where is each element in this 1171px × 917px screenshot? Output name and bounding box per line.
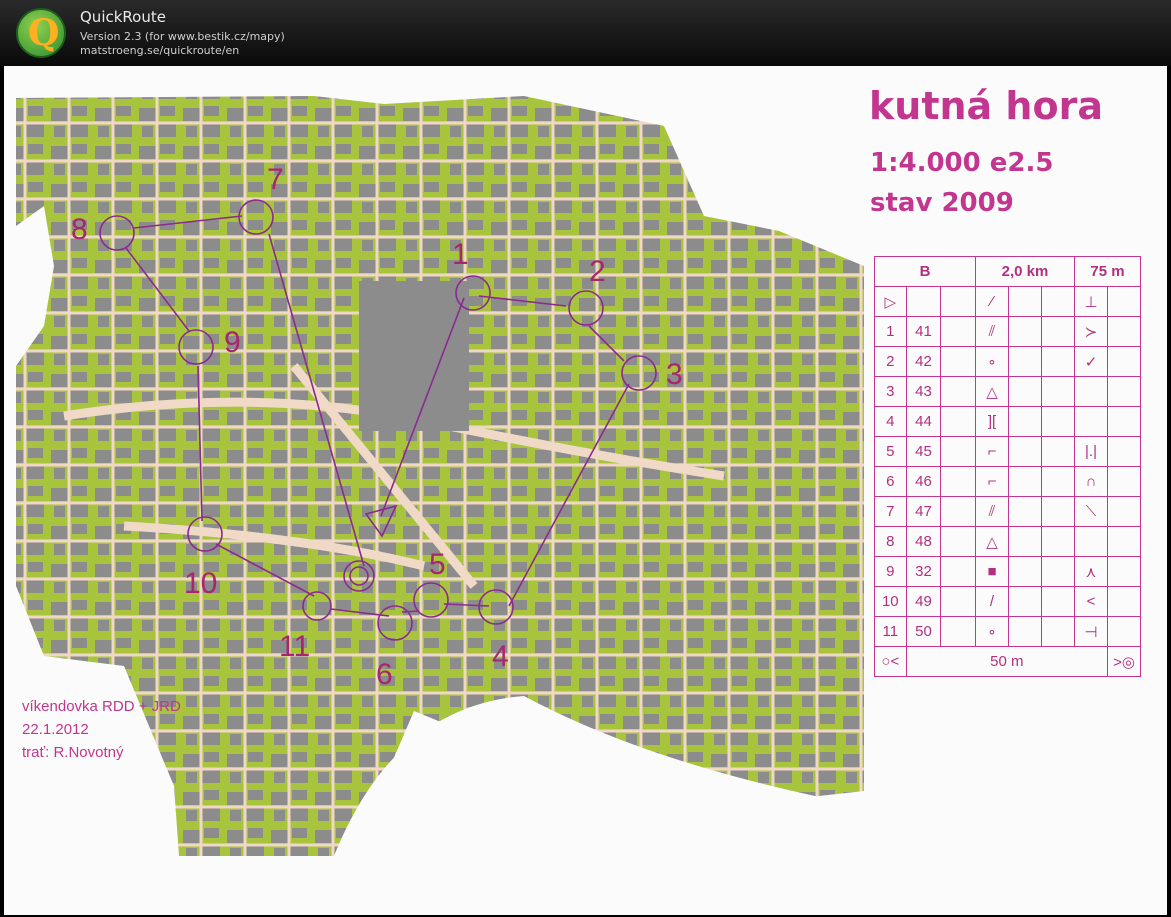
control-label: 10 [184, 567, 217, 600]
desc-row: 4 44][ [874, 406, 1141, 437]
control-label: 8 [71, 213, 88, 246]
event-date: 22.1.2012 [22, 721, 89, 738]
app-url: matstroeng.se/quickroute/en [80, 44, 240, 57]
control-label: 11 [279, 630, 310, 663]
map-edition: stav 2009 [870, 188, 1014, 218]
desc-row: 7 47 ⫽ ⟍ [874, 496, 1141, 527]
quickroute-logo-icon: Q [16, 8, 66, 58]
desc-row: 5 45 ⌐ |.| [874, 436, 1141, 467]
finish-start-icon: ○< [874, 646, 907, 677]
map-title: kutná hora [869, 84, 1103, 128]
control-label: 4 [492, 640, 509, 673]
control-label: 3 [666, 358, 683, 391]
orienteering-map[interactable]: 1 2 3 4 5 6 7 8 9 10 11 [4, 66, 864, 866]
desc-row: 9 32 ■ ⋏ [874, 556, 1141, 587]
open-square [359, 281, 469, 431]
desc-row: 11 50 ∘ ⊣ [874, 616, 1141, 647]
app-version: Version 2.3 (for www.bestik.cz/mapy) [80, 30, 285, 43]
desc-row: 2 42 ∘ ✓ [874, 346, 1141, 377]
finish-distance: 50 m [905, 646, 1109, 677]
control-label: 5 [429, 548, 446, 581]
desc-header-row: B 2,0 km 75 m [874, 256, 1141, 287]
control-label: 6 [376, 658, 393, 691]
course-leg [401, 610, 420, 613]
desc-start-row: ▷ ⁄ ⊥ [874, 286, 1141, 317]
control-label: 7 [267, 163, 284, 196]
title-bar: Q QuickRoute Version 2.3 (for www.bestik… [0, 0, 1171, 66]
course-name: B [874, 256, 976, 287]
control-label: 2 [589, 255, 606, 288]
course-setter: trať: R.Novotný [22, 744, 124, 761]
desc-row: 8 48 △ [874, 526, 1141, 557]
desc-row: 3 43 △ [874, 376, 1141, 407]
control-label: 1 [452, 238, 469, 271]
desc-row: 1 41 ⫽ ≻ [874, 316, 1141, 347]
map-paper[interactable]: 1 2 3 4 5 6 7 8 9 10 11 kutná hora 1:4.0… [4, 66, 1167, 915]
desc-row: 6 46 ⌐ ∩ [874, 466, 1141, 497]
desc-finish-row: ○< 50 m >◎ [874, 646, 1141, 677]
control-description-sheet: B 2,0 km 75 m ▷ ⁄ ⊥ 1 41 ⫽ ≻ 2 42 ∘ ✓ 3 43 △ 4 44… [874, 256, 1141, 677]
desc-row: 10 49/< [874, 586, 1141, 617]
course-length: 2,0 km [975, 256, 1075, 287]
finish-end-icon: >◎ [1107, 646, 1141, 677]
course-climb: 75 m [1074, 256, 1141, 287]
control-label: 9 [224, 326, 241, 359]
start-triangle-icon: ▷ [874, 286, 907, 317]
event-name: víkendovka RDD + JRD [22, 698, 181, 715]
map-scale: 1:4.000 e2.5 [870, 148, 1054, 178]
app-name: QuickRoute [80, 8, 166, 26]
